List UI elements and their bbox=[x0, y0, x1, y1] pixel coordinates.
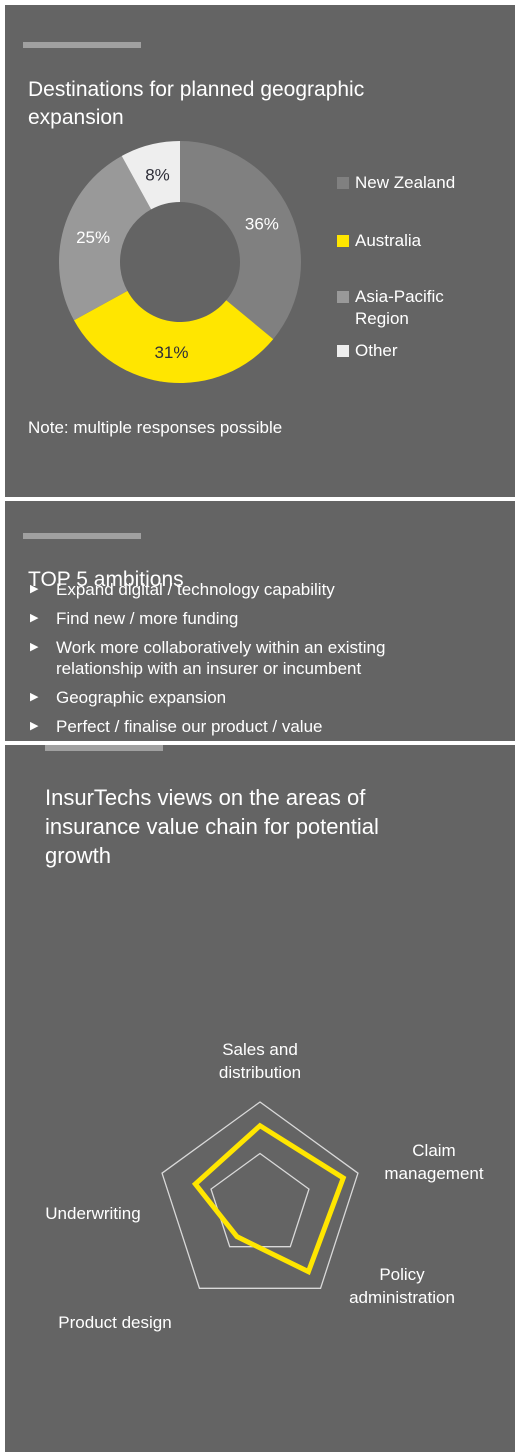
radar-ring bbox=[161, 1101, 359, 1289]
radar-axis-label: Policy administration bbox=[349, 1265, 455, 1307]
radar-series bbox=[191, 1122, 347, 1276]
radar-axis-label: Underwriting bbox=[45, 1204, 140, 1223]
radar-ring bbox=[210, 1152, 310, 1248]
radar-axis-label: Claim management bbox=[384, 1141, 484, 1183]
radar-chart: Sales and distribution Claim management Poli… bbox=[45, 1040, 484, 1332]
radar-axis-label: Product design bbox=[58, 1313, 171, 1332]
radar-grid bbox=[161, 1101, 359, 1289]
radar-series-line bbox=[191, 1122, 347, 1276]
radar-axis-label: Sales and distribution bbox=[219, 1040, 301, 1082]
